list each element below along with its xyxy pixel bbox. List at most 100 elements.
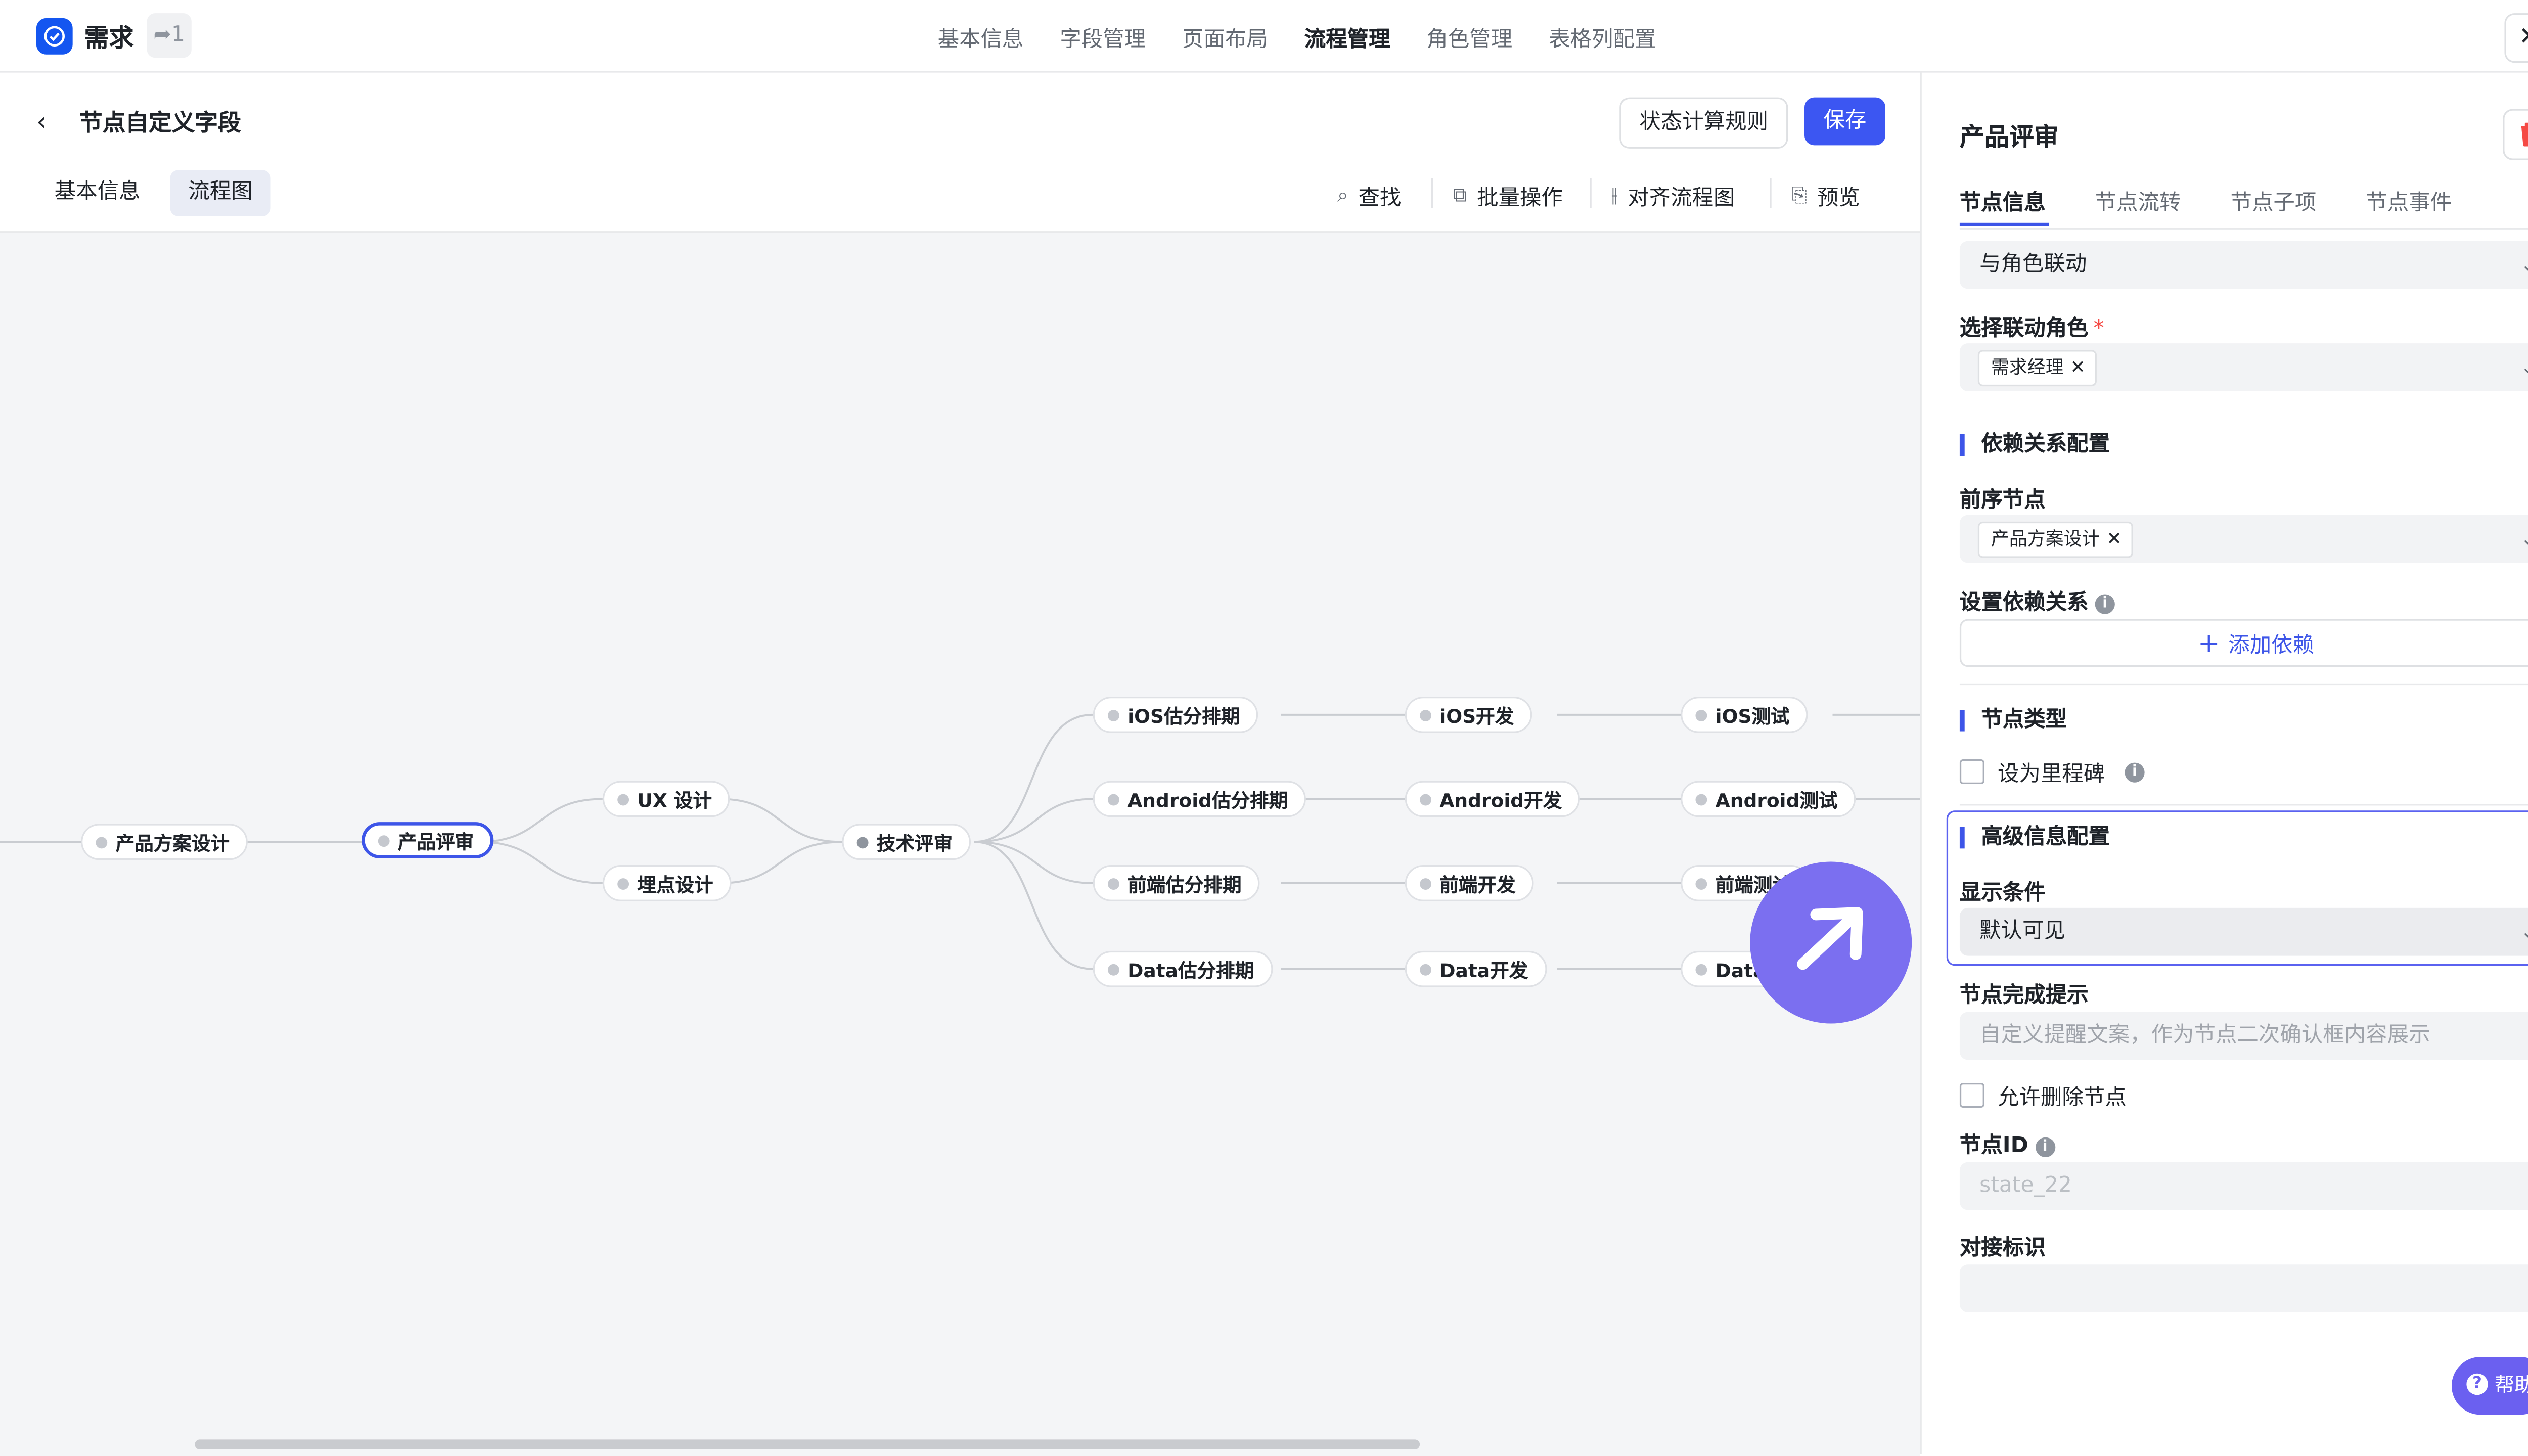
preview-tool[interactable]: ⎘ 预览 bbox=[1791, 180, 1860, 211]
tab-basic-info[interactable]: 基本信息 bbox=[36, 170, 159, 216]
display-condition-select[interactable]: 默认可见 ⌄ bbox=[1959, 907, 2528, 956]
flow-node-product-design[interactable]: 产品方案设计 bbox=[80, 824, 248, 860]
help-button[interactable]: ? 帮助 bbox=[2451, 1357, 2528, 1415]
predecessor-tag: 产品方案设计 ✕ bbox=[1977, 521, 2134, 558]
align-icon: ⫲ bbox=[1611, 183, 1618, 207]
info-icon[interactable]: i bbox=[2095, 593, 2115, 614]
info-icon[interactable]: i bbox=[2035, 1136, 2055, 1157]
flow-node-data-schedule[interactable]: Data估分排期 bbox=[1093, 950, 1273, 987]
tab-flowchart[interactable]: 流程图 bbox=[170, 170, 271, 216]
linked-role-select[interactable]: 需求经理✕ ⌄ bbox=[1959, 343, 2528, 391]
display-condition-value: 默认可见 bbox=[1979, 919, 2065, 944]
flow-node-ux-design[interactable]: UX 设计 bbox=[602, 781, 730, 817]
flow-canvas[interactable]: 产品方案设计 产品评审 UX 设计 埋点设计 技术评审 iOS估分排期 Andr… bbox=[0, 231, 1920, 1456]
batch-icon: ⧉ bbox=[1453, 183, 1467, 207]
predecessor-label: 前序节点 bbox=[1959, 488, 2046, 514]
display-condition-label: 显示条件 bbox=[1959, 881, 2046, 906]
align-tool[interactable]: ⫲ 对齐流程图 bbox=[1611, 180, 1735, 211]
docking-label: 对接标识 bbox=[1959, 1236, 2046, 1261]
search-icon: ⌕ bbox=[1337, 183, 1348, 207]
milestone-label: 设为里程碑 bbox=[1998, 762, 2105, 788]
tab-node-transition[interactable]: 节点流转 bbox=[2095, 185, 2181, 216]
linked-role-tag: 需求经理 ✕ bbox=[1977, 350, 2097, 387]
role-link-select[interactable]: 与角色联动 ⌄ bbox=[1959, 241, 2528, 289]
nav-item-roles[interactable]: 角色管理 bbox=[1426, 21, 1512, 53]
docking-input[interactable] bbox=[1959, 1264, 2528, 1312]
nav-item-workflow[interactable]: 流程管理 bbox=[1304, 21, 1390, 53]
add-dependency-label: 添加依赖 bbox=[2228, 633, 2315, 659]
preview-label: 预览 bbox=[1817, 186, 1860, 211]
checkbox-box[interactable] bbox=[1959, 759, 1984, 785]
page-title: 节点自定义字段 bbox=[79, 110, 241, 138]
remove-tag-icon[interactable]: ✕ bbox=[2107, 528, 2122, 550]
flow-node-android-test[interactable]: Android测试 bbox=[1681, 781, 1856, 817]
allow-delete-checkbox[interactable]: 允许删除节点 bbox=[1959, 1080, 2127, 1111]
nav-item-table-columns[interactable]: 表格列配置 bbox=[1549, 21, 1656, 53]
share-icon: ➦ bbox=[153, 23, 171, 48]
batch-label: 批量操作 bbox=[1477, 186, 1563, 211]
info-icon[interactable]: i bbox=[2125, 761, 2145, 782]
flow-node-ios-dev[interactable]: iOS开发 bbox=[1405, 696, 1532, 733]
add-dependency-button[interactable]: + 添加依赖 bbox=[1959, 619, 2528, 667]
arrow-up-right-icon bbox=[1797, 907, 1863, 970]
page-root: 需求 ➦1 基本信息 字段管理 页面布局 流程管理 角色管理 表格列配置 ✕ ‹… bbox=[0, 0, 2528, 1456]
tab-node-events[interactable]: 节点事件 bbox=[2366, 185, 2452, 216]
close-icon: ✕ bbox=[2519, 21, 2528, 51]
save-button[interactable]: 保存 bbox=[1804, 97, 1885, 146]
remove-tag-icon[interactable]: ✕ bbox=[2070, 356, 2086, 378]
help-label: 帮助 bbox=[2494, 1373, 2528, 1397]
app-title: 需求 bbox=[84, 23, 134, 53]
flow-node-data-dev[interactable]: Data开发 bbox=[1405, 950, 1547, 987]
flow-node-fe-dev[interactable]: 前端开发 bbox=[1405, 865, 1534, 901]
divider bbox=[1959, 683, 2528, 686]
tab-node-subitems[interactable]: 节点子项 bbox=[2231, 185, 2317, 216]
checkbox-box[interactable] bbox=[1959, 1083, 1984, 1108]
flow-node-product-review[interactable]: 产品评审 bbox=[362, 822, 494, 858]
panel-tabs: 节点信息 节点流转 节点子项 节点事件 bbox=[1960, 185, 2452, 216]
predecessor-select[interactable]: 产品方案设计✕ ⌄ bbox=[1959, 515, 2528, 563]
flow-node-ios-test[interactable]: iOS测试 bbox=[1681, 696, 1808, 733]
flow-node-ios-schedule[interactable]: iOS估分排期 bbox=[1093, 696, 1258, 733]
tab-node-info[interactable]: 节点信息 bbox=[1960, 185, 2046, 216]
nav-item-basic[interactable]: 基本信息 bbox=[938, 21, 1024, 53]
panel-divider bbox=[1920, 71, 1922, 1454]
flow-node-tracking-design[interactable]: 埋点设计 bbox=[602, 865, 732, 901]
set-dependency-label: 设置依赖关系 i bbox=[1960, 584, 2115, 616]
preview-icon: ⎘ bbox=[1791, 183, 1808, 207]
flow-node-android-schedule[interactable]: Android估分排期 bbox=[1093, 781, 1306, 817]
divider bbox=[1959, 804, 2528, 806]
flow-node-fe-schedule[interactable]: 前端估分排期 bbox=[1093, 865, 1260, 901]
node-type-section-title: 节点类型 bbox=[1959, 710, 2067, 732]
tab-active-indicator bbox=[1959, 222, 2049, 226]
divider bbox=[1431, 178, 1433, 208]
floating-action-button[interactable] bbox=[1750, 861, 1912, 1024]
chevron-down-icon: ⌄ bbox=[2520, 241, 2528, 289]
flow-node-android-dev[interactable]: Android开发 bbox=[1405, 781, 1581, 817]
flow-node-tech-review[interactable]: 技术评审 bbox=[842, 824, 971, 860]
milestone-checkbox[interactable]: 设为里程碑 i bbox=[1959, 756, 2145, 788]
back-arrow-icon[interactable]: ‹ bbox=[36, 106, 47, 137]
divider bbox=[1770, 178, 1772, 208]
panel-title: 产品评审 bbox=[1959, 122, 2059, 152]
nav-item-layout[interactable]: 页面布局 bbox=[1182, 21, 1268, 53]
allow-delete-label: 允许删除节点 bbox=[1998, 1086, 2127, 1111]
chevron-down-icon: ⌄ bbox=[2520, 908, 2528, 956]
delete-node-button[interactable] bbox=[2503, 109, 2528, 160]
horizontal-scrollbar[interactable] bbox=[195, 1439, 1420, 1449]
completion-tip-label: 节点完成提示 bbox=[1959, 984, 2089, 1009]
batch-tool[interactable]: ⧉ 批量操作 bbox=[1453, 180, 1562, 211]
linked-role-label: 选择联动角色 * bbox=[1959, 316, 2104, 342]
divider bbox=[1590, 178, 1592, 208]
plus-icon: + bbox=[2197, 627, 2229, 659]
completion-tip-input[interactable]: 自定义提醒文案，作为节点二次确认框内容展示 bbox=[1959, 1012, 2528, 1060]
align-label: 对齐流程图 bbox=[1628, 186, 1735, 211]
close-button[interactable]: ✕ bbox=[2504, 13, 2528, 63]
top-nav: 基本信息 字段管理 页面布局 流程管理 角色管理 表格列配置 bbox=[938, 21, 1656, 53]
trash-icon bbox=[2521, 122, 2528, 147]
find-label: 查找 bbox=[1358, 186, 1402, 211]
status-rule-button[interactable]: 状态计算规则 bbox=[1619, 97, 1788, 149]
find-tool[interactable]: ⌕ 查找 bbox=[1337, 180, 1402, 211]
share-chip[interactable]: ➦1 bbox=[147, 13, 192, 58]
nav-item-fields[interactable]: 字段管理 bbox=[1060, 21, 1146, 53]
share-count: 1 bbox=[171, 23, 186, 48]
